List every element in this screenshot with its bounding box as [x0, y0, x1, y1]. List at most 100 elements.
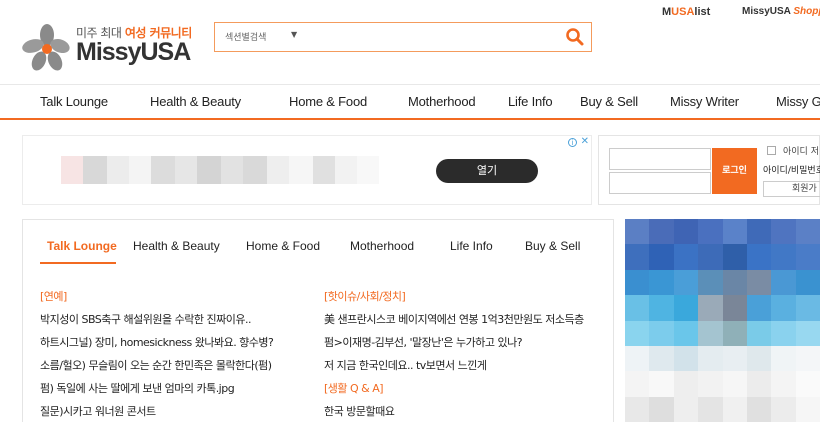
side-image-pixel [771, 345, 796, 372]
shopping-link-prefix: MissyUSA [742, 6, 794, 17]
ad-close-icon[interactable]: ✕ [581, 136, 589, 147]
side-image-pixel [746, 295, 772, 321]
side-image-pixel [698, 244, 723, 270]
side-image-pixel [698, 371, 723, 397]
ad-info-icon[interactable]: i [568, 138, 577, 147]
ad-pixel-block [221, 156, 243, 184]
nav-item-talk-lounge[interactable]: Talk Lounge [40, 94, 108, 109]
logo-name: MissyUSA [76, 38, 191, 66]
ad-open-button[interactable]: 열기 [436, 159, 538, 183]
ad-pixel-block [357, 156, 379, 184]
post-link[interactable]: 박지성이 SBS축구 해설위원을 수락한 진짜이유.. [40, 311, 310, 334]
login-password-field[interactable] [609, 172, 711, 194]
category-label[interactable]: [핫이슈/사회/정치] [324, 288, 609, 311]
flower-logo-icon [22, 24, 70, 71]
post-link[interactable]: 저 지금 한국인데요.. tv보면서 느낀게 [324, 357, 609, 380]
tab-life-info[interactable]: Life Info [450, 239, 493, 253]
tab-talk-lounge[interactable]: Talk Lounge [47, 239, 117, 253]
musalist-link-accent: USA [671, 6, 695, 18]
side-image-pixel [771, 320, 796, 346]
side-image-pixel [649, 295, 674, 321]
save-id-checkbox[interactable] [767, 146, 776, 155]
nav-item-missy-writer[interactable]: Missy Writer [670, 94, 739, 109]
side-image-pixel [722, 295, 747, 321]
side-image-pixel [625, 269, 650, 296]
side-image-pixel [746, 320, 772, 346]
post-link[interactable]: 펌>이재명-김부선, '말장난'은 누가하고 있나? [324, 334, 609, 357]
tab-buy-sell[interactable]: Buy & Sell [525, 239, 580, 253]
side-image-pixel [673, 269, 699, 296]
search-icon[interactable] [565, 27, 585, 47]
ad-pixel-block [197, 156, 221, 184]
post-link[interactable]: 질문)시카고 워너원 콘서트 [40, 403, 310, 422]
nav-item-life-info[interactable]: Life Info [508, 94, 553, 109]
nav-item-motherhood[interactable]: Motherhood [408, 94, 476, 109]
side-image-pixel [649, 269, 674, 296]
side-image-pixel [795, 345, 820, 372]
post-link[interactable]: 美 샌프란시스코 베이지역에선 연봉 1억3천만원도 저소득층 [324, 311, 609, 334]
ad-banner[interactable]: 열기 i ✕ [22, 135, 592, 205]
side-image-pixel [649, 345, 674, 372]
login-button[interactable]: 로그인 [712, 148, 757, 194]
side-image-pixel [746, 269, 772, 296]
side-image-pixel [649, 320, 674, 346]
search-section-select[interactable]: 섹션별검색 [225, 30, 266, 43]
tab-home-food[interactable]: Home & Food [246, 239, 320, 253]
tab-motherhood[interactable]: Motherhood [350, 239, 414, 253]
side-image-pixel [722, 371, 747, 397]
side-image-pixel [673, 345, 699, 372]
main-nav: Talk Lounge Health & Beauty Home & Food … [0, 84, 820, 120]
side-image-pixel [698, 345, 723, 372]
nav-item-buy-sell[interactable]: Buy & Sell [580, 94, 638, 109]
side-image-pixel [771, 269, 796, 296]
left-post-list: [연예] 박지성이 SBS축구 해설위원을 수락한 진짜이유.. 하트시그널) … [40, 288, 310, 422]
save-id-label: 아이디 저 [783, 147, 819, 157]
side-image-pixel [649, 371, 674, 397]
nav-item-health-beauty[interactable]: Health & Beauty [150, 94, 241, 109]
side-ad-image[interactable] [625, 219, 820, 422]
side-image-pixel [722, 244, 747, 270]
post-link[interactable]: 펌) 독일에 사는 딸에게 보낸 엄마의 카톡.jpg [40, 380, 310, 403]
missyusa-logo[interactable]: 미주 최대 여성 커뮤니티 MissyUSA [22, 22, 192, 72]
side-image-pixel [625, 219, 650, 245]
post-link[interactable]: 한국 방문할때요 [324, 403, 609, 422]
login-id-field[interactable] [609, 148, 711, 170]
tab-health-beauty[interactable]: Health & Beauty [133, 239, 220, 253]
ad-pixel-block [313, 156, 335, 184]
side-image-pixel [771, 396, 796, 422]
side-image-pixel [698, 219, 723, 245]
join-button[interactable]: 회원가 [763, 181, 820, 197]
side-image-pixel [722, 345, 747, 372]
post-link[interactable]: 하트시그널) 장미, homesickness 왔나봐요. 향수병? [40, 334, 310, 357]
side-image-pixel [625, 371, 650, 397]
find-account-link[interactable]: 아이디/비밀번호 [763, 163, 820, 176]
musalist-link[interactable]: MUSAlist [662, 6, 710, 18]
nav-item-missy-gallery[interactable]: Missy Ga [776, 94, 820, 109]
missyusa-shopping-link[interactable]: MissyUSA Shoppi [742, 6, 820, 17]
board-preview: Talk Lounge Health & Beauty Home & Food … [22, 219, 614, 422]
ad-pixel-block [83, 156, 107, 184]
category-label[interactable]: [생활 Q & A] [324, 380, 609, 403]
ad-pixel-block [151, 156, 175, 184]
ad-pixel-block [175, 156, 197, 184]
side-image-pixel [746, 219, 772, 245]
caret-down-icon[interactable]: ▼ [291, 30, 297, 39]
side-image-pixel [746, 371, 772, 397]
header: 미주 최대 여성 커뮤니티 MissyUSA 섹션별검색 ▼ MUSAlist … [0, 0, 820, 84]
side-image-pixel [746, 396, 772, 422]
ad-pixel-block [243, 156, 267, 184]
nav-item-home-food[interactable]: Home & Food [289, 94, 367, 109]
side-image-pixel [771, 244, 796, 270]
side-image-pixel [698, 320, 723, 346]
ad-pixel-block [289, 156, 313, 184]
side-image-pixel [795, 295, 820, 321]
side-image-pixel [649, 396, 674, 422]
search-input[interactable] [311, 27, 551, 47]
category-label[interactable]: [연예] [40, 288, 310, 311]
active-tab-indicator [40, 262, 116, 264]
side-image-pixel [771, 295, 796, 321]
side-image-pixel [673, 371, 699, 397]
side-image-pixel [673, 244, 699, 270]
ad-pixel-block [335, 156, 357, 184]
post-link[interactable]: 소름/헐오) 무슬림이 오는 순간 한민족은 몰락한다(펌) [40, 357, 310, 380]
